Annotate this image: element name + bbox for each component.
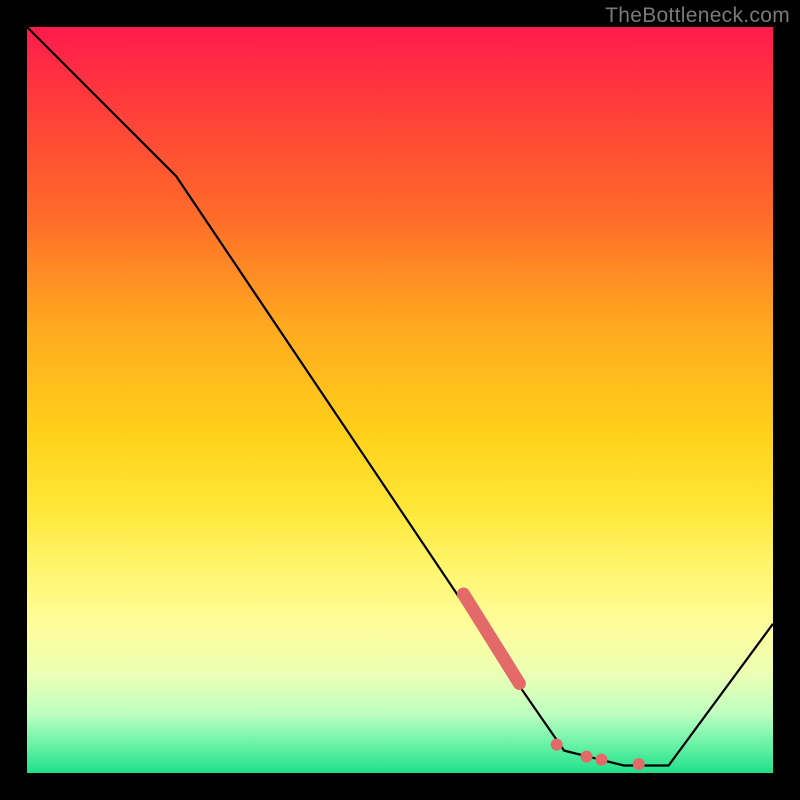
highlight-dot xyxy=(633,758,645,770)
highlight-dot xyxy=(581,751,593,763)
bottleneck-curve xyxy=(27,27,773,766)
highlight-segment xyxy=(463,594,519,684)
highlight-dot xyxy=(595,754,607,766)
highlight-dot xyxy=(551,739,563,751)
watermark-text: TheBottleneck.com xyxy=(605,4,790,28)
chart-plot xyxy=(27,27,773,773)
